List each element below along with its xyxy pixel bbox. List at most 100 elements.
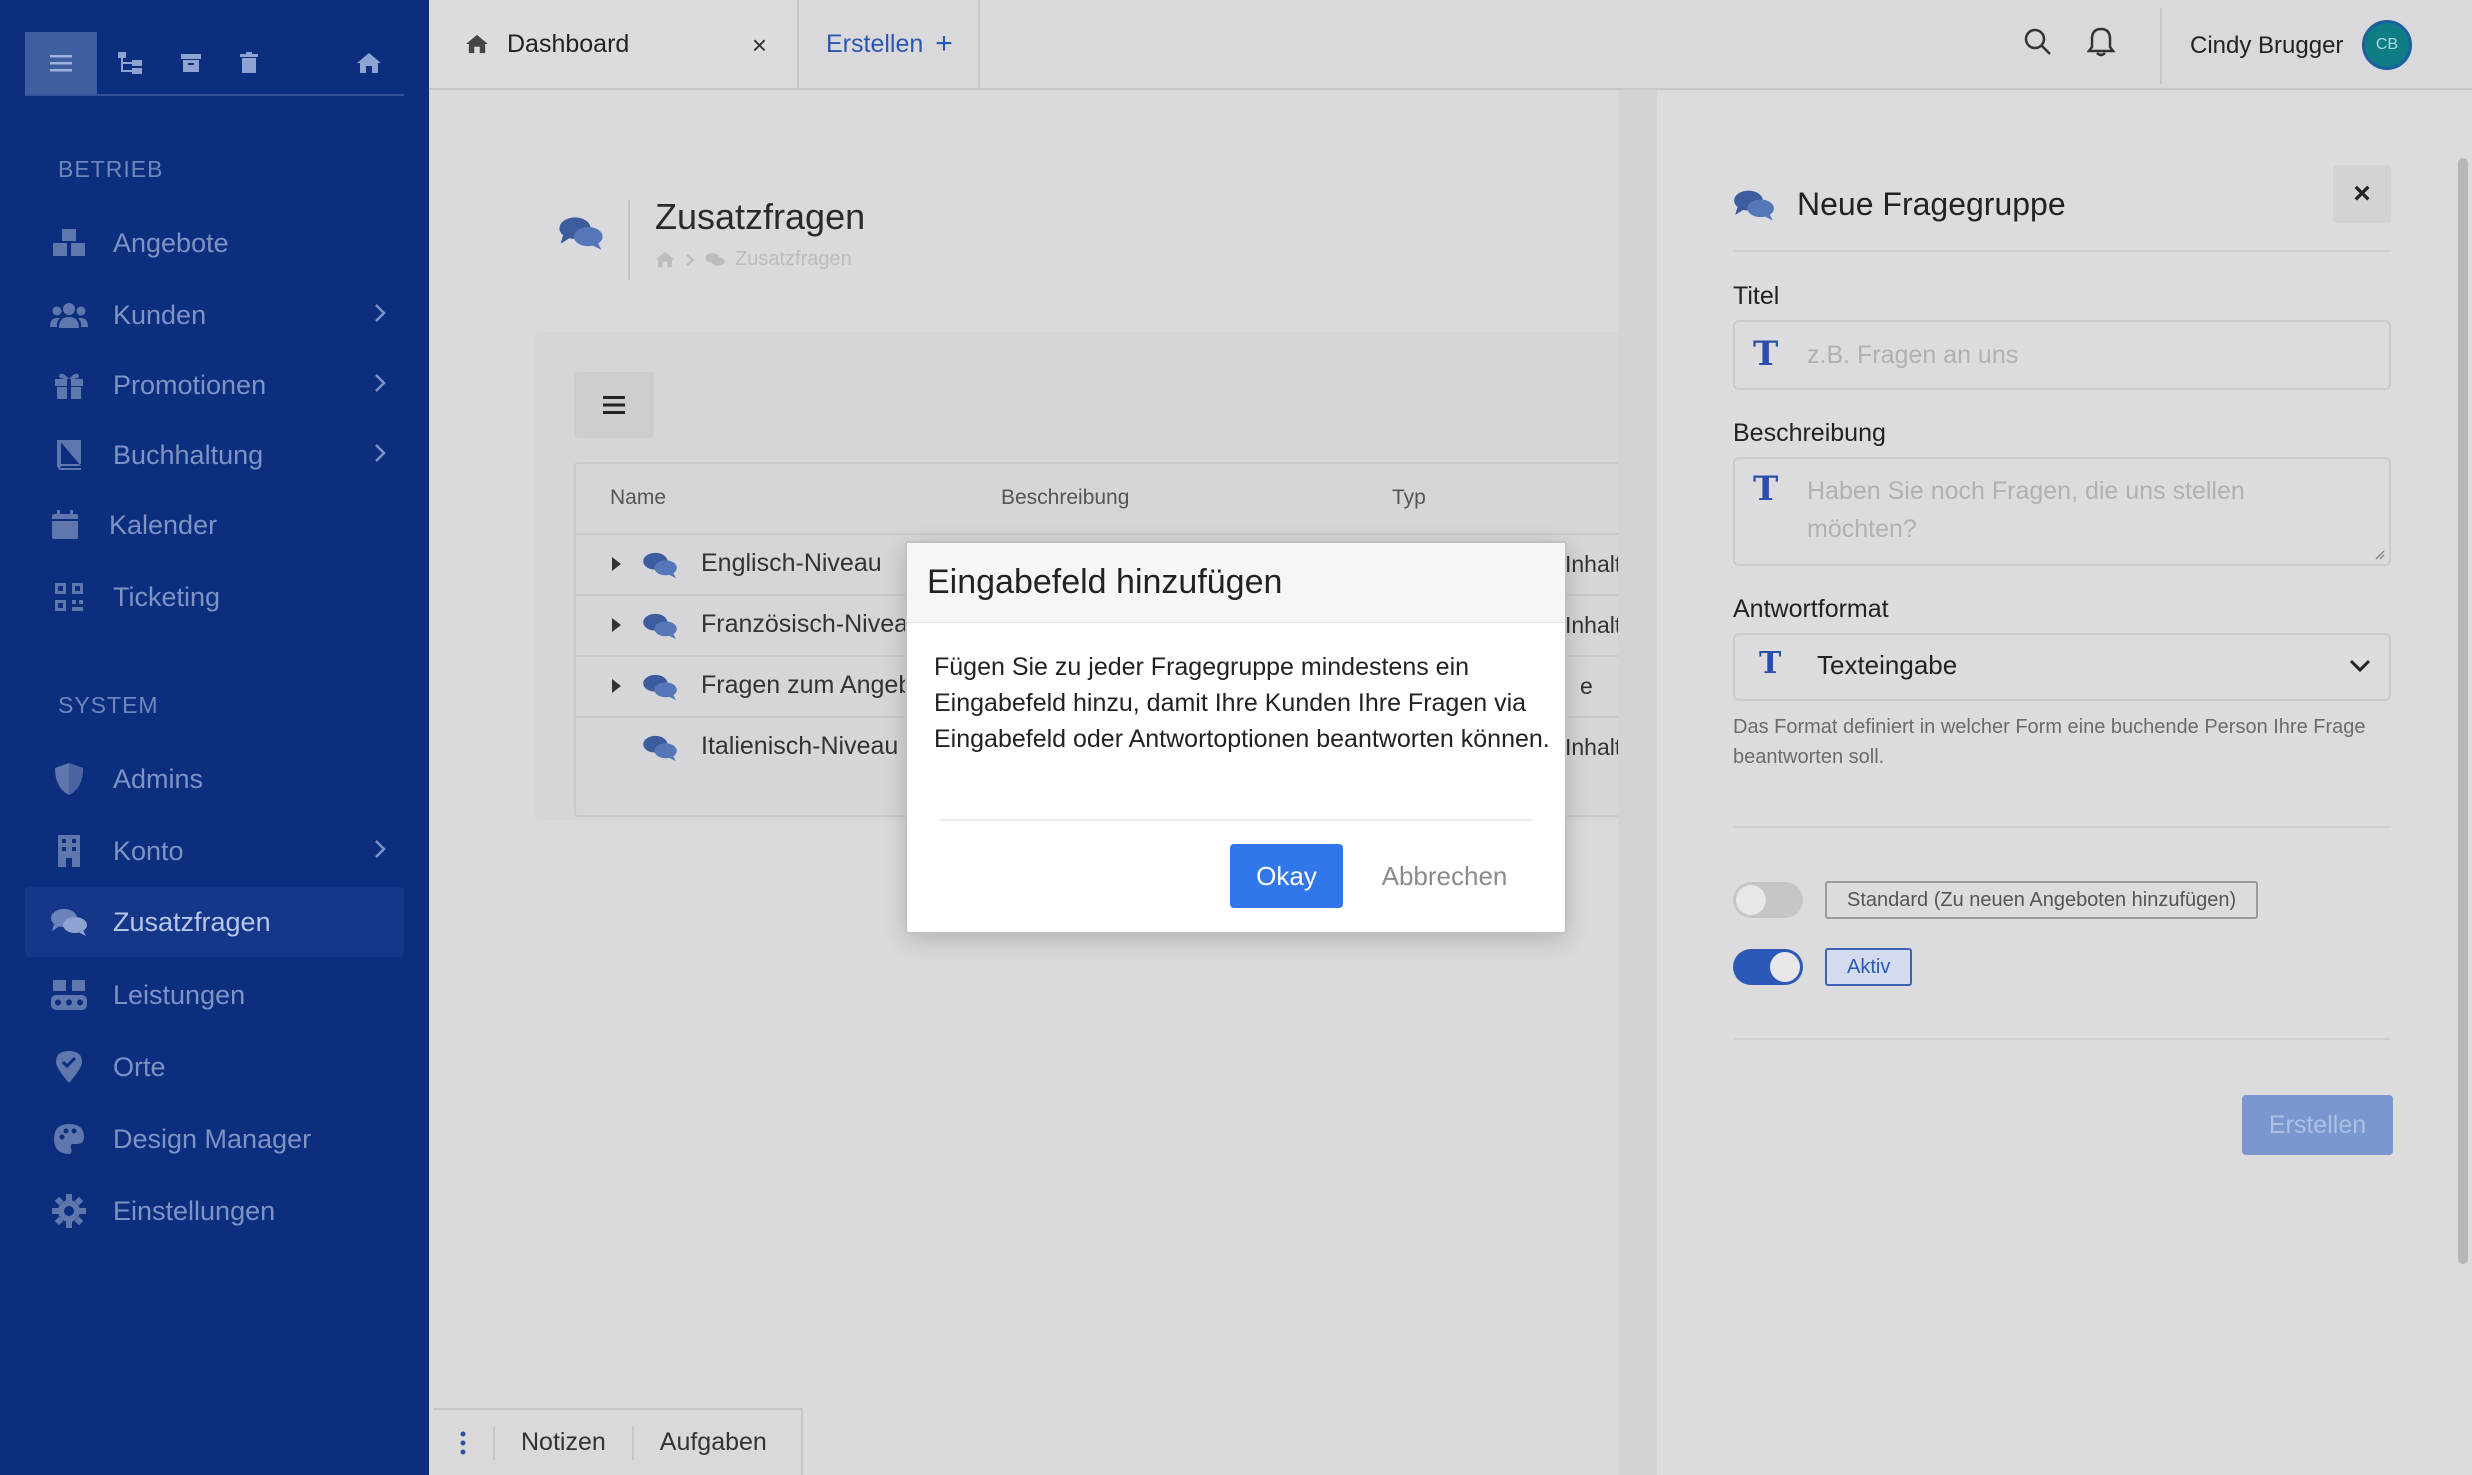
divider: [1733, 250, 2391, 252]
row-typ: Inhalte: [1565, 551, 1620, 577]
cubes-icon: [49, 223, 89, 263]
row-name: Englisch-Niveau: [701, 549, 882, 577]
sidebar-item-label: Design Manager: [113, 1123, 312, 1154]
sidebar-item-label: Admins: [113, 763, 204, 794]
row-typ: Inhalte: [1565, 612, 1620, 638]
sidebar-item-design-manager[interactable]: Design Manager: [25, 1104, 404, 1174]
comments-icon: [642, 673, 678, 701]
sidebar-item-label: Leistungen: [113, 979, 246, 1010]
shield-icon: [49, 759, 89, 799]
table-menu-button[interactable]: [574, 372, 654, 438]
okay-button[interactable]: Okay: [1230, 844, 1343, 908]
chevron-right-icon: [686, 253, 695, 266]
comments-icon: [642, 612, 678, 640]
sidebar-item-leistungen[interactable]: Leistungen: [25, 960, 404, 1030]
sidebar-item-promotionen[interactable]: Promotionen: [25, 350, 404, 420]
home-icon[interactable]: [655, 251, 675, 268]
more-vertical-button[interactable]: [433, 1431, 493, 1455]
create-submit-button[interactable]: Erstellen: [2242, 1095, 2393, 1155]
chevron-right-icon: [374, 443, 386, 463]
add-input-field-dialog: Eingabefeld hinzufügen Fügen Sie zu jede…: [905, 541, 1567, 934]
gear-icon: [49, 1191, 89, 1231]
resize-handle-icon[interactable]: [2373, 548, 2385, 560]
user-menu[interactable]: Cindy Brugger CB: [2160, 8, 2430, 84]
section-label-betrieb: BETRIEB: [58, 156, 164, 182]
archive-icon: [181, 54, 201, 72]
trash-button[interactable]: [219, 32, 279, 94]
page-title: Zusatzfragen: [655, 196, 866, 237]
sidebar-item-label: Buchhaltung: [113, 439, 264, 470]
column-header-name[interactable]: Name: [610, 486, 666, 510]
cancel-button[interactable]: Abbrechen: [1367, 844, 1522, 908]
tab-dashboard[interactable]: Dashboard ×: [429, 0, 799, 88]
row-name: Fragen zum Angebot: [701, 671, 934, 699]
close-tab-button[interactable]: ×: [752, 30, 767, 61]
search-button[interactable]: [2022, 26, 2058, 62]
row-typ: Inhalte: [1565, 734, 1620, 760]
comments-icon: [642, 734, 678, 762]
comments-icon: [1733, 188, 1775, 222]
archive-button[interactable]: [161, 32, 221, 94]
sidebar-item-zusatzfragen[interactable]: Zusatzfragen: [25, 887, 404, 957]
sidebar-item-konto[interactable]: Konto: [25, 816, 404, 886]
toggle-knob: [1770, 952, 1800, 982]
map-marker-icon: [49, 1047, 89, 1087]
title-field-label: Titel: [1733, 282, 1780, 310]
sidebar-item-kunden[interactable]: Kunden: [25, 280, 404, 350]
drawer-title: Neue Fragegruppe: [1797, 186, 2066, 222]
trash-icon: [240, 52, 258, 73]
row-name: Französisch-Niveau: [701, 610, 922, 638]
drawer-scrollbar[interactable]: [2458, 158, 2468, 1264]
tab-create[interactable]: Erstellen +: [800, 0, 980, 88]
book-icon: [49, 435, 89, 475]
home-button[interactable]: [339, 32, 399, 94]
expand-caret-icon[interactable]: [612, 618, 621, 632]
sidebar-item-label: Kunden: [113, 299, 207, 330]
comments-icon: [705, 252, 725, 266]
sidebar-item-ticketing[interactable]: Ticketing: [25, 562, 404, 632]
search-icon: [2024, 28, 2051, 55]
plus-icon: +: [935, 27, 953, 60]
sitemap-icon: [118, 52, 142, 74]
standard-toggle-label: Standard (Zu neuen Angeboten hinzufügen): [1825, 881, 2259, 919]
chevron-right-icon: [374, 373, 386, 393]
sidebar-item-kalender[interactable]: Kalender: [25, 490, 404, 560]
notifications-button[interactable]: [2086, 26, 2122, 62]
breadcrumb: Zusatzfragen: [655, 248, 852, 271]
sidebar-item-orte[interactable]: Orte: [25, 1032, 404, 1102]
column-header-typ[interactable]: Typ: [1392, 486, 1426, 510]
text-icon: T: [1753, 469, 1779, 509]
qrcode-icon: [49, 577, 89, 617]
expand-caret-icon[interactable]: [612, 557, 621, 571]
menu-toggle-button[interactable]: [25, 32, 97, 94]
sidebar-item-label: Promotionen: [113, 369, 267, 400]
tasks-button[interactable]: Aufgaben: [631, 1425, 793, 1460]
sidebar-item-label: Ticketing: [113, 581, 221, 612]
sidebar-toolbar: [25, 32, 404, 96]
drawer-close-button[interactable]: ×: [2333, 165, 2391, 223]
text-icon: T: [1759, 646, 1782, 681]
hamburger-icon: [50, 55, 72, 72]
more-vertical-icon: [460, 1431, 466, 1454]
sidebar-item-admins[interactable]: Admins: [25, 744, 404, 814]
notes-button[interactable]: Notizen: [493, 1425, 632, 1460]
divider: [1733, 826, 2391, 828]
active-toggle[interactable]: [1733, 949, 1803, 985]
sidebar-item-angebote[interactable]: Angebote: [25, 208, 404, 278]
standard-toggle[interactable]: [1733, 882, 1803, 918]
palette-icon: [49, 1119, 89, 1159]
sidebar-item-buchhaltung[interactable]: Buchhaltung: [25, 420, 404, 490]
row-name: Italienisch-Niveau: [701, 732, 899, 760]
bottom-bar: Notizen Aufgaben: [433, 1408, 803, 1475]
sidebar-item-label: Einstellungen: [113, 1195, 276, 1226]
expand-caret-icon[interactable]: [612, 679, 621, 693]
sidebar-item-einstellungen[interactable]: Einstellungen: [25, 1176, 404, 1246]
title-input[interactable]: T z.B. Fragen an uns: [1733, 320, 2391, 390]
tab-label: Erstellen: [826, 29, 924, 58]
sitemap-button[interactable]: [100, 32, 160, 94]
comments-icon: [642, 551, 678, 579]
description-textarea[interactable]: T Haben Sie noch Fragen, die uns stellen…: [1733, 457, 2391, 566]
column-header-beschreibung[interactable]: Beschreibung: [1001, 486, 1129, 510]
format-field-label: Antwortformat: [1733, 595, 1889, 623]
format-select[interactable]: T Texteingabe: [1733, 633, 2391, 701]
